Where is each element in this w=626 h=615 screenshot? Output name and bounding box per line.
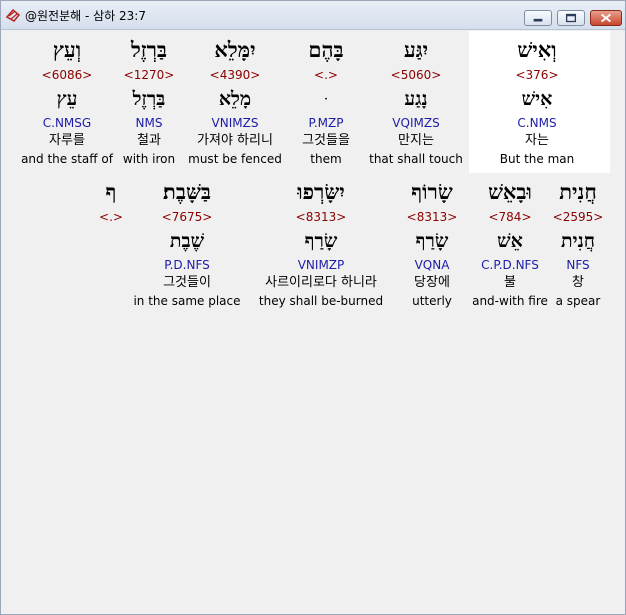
strong-number: <784> — [488, 210, 532, 224]
close-button[interactable] — [590, 10, 622, 26]
morphology-code: VNIMZS — [211, 116, 259, 130]
morphology-code: C.NMS — [517, 116, 557, 130]
strong-number: <8313> — [406, 210, 458, 224]
maximize-icon — [565, 13, 577, 23]
hebrew-word: יִמָּלֵא — [214, 37, 256, 62]
english-gloss: a spear — [555, 294, 601, 308]
strong-number: <2595> — [552, 210, 604, 224]
hebrew-word: ף — [105, 179, 117, 204]
korean-gloss: 자루를 — [49, 133, 85, 148]
hebrew-word: יִשָּׂרְפוּ — [297, 179, 345, 204]
hebrew-lemma: נָגַע — [404, 88, 428, 110]
korean-gloss: 그것들이 — [163, 275, 211, 290]
morphology-code: NMS — [135, 116, 163, 130]
hebrew-lemma: ּ — [286, 87, 366, 111]
korean-gloss: 철과 — [137, 133, 161, 148]
hebrew-word: וּבָאֵשׁ — [488, 179, 532, 204]
english-gloss: that shall touch — [369, 152, 463, 166]
korean-gloss: 그것들을 — [302, 133, 350, 148]
morphology-code: VNIMZP — [297, 258, 345, 272]
hebrew-lemma: שָׂרַף — [415, 230, 449, 252]
english-gloss: must be fenced — [188, 152, 282, 166]
strong-number: <1270> — [123, 68, 175, 82]
app-window: @원전분해 - 삼하 23:7 וְעֵץ <6086> עֵץ C.NMSG … — [0, 0, 626, 615]
english-gloss: they shall be-burned — [258, 294, 384, 308]
hebrew-word: וְעֵץ — [52, 37, 82, 62]
hebrew-lemma: שָׂרַף — [304, 230, 338, 252]
hebrew-word: בַּשָּׁבֶת׃ — [163, 179, 211, 204]
strong-number: <376> — [515, 68, 559, 82]
english-gloss: utterly — [412, 294, 452, 308]
morphology-code: C.P.D.NFS — [481, 258, 539, 272]
title-bar[interactable]: @원전분해 - 삼하 23:7 — [1, 1, 625, 30]
strong-number: <4390> — [209, 68, 261, 82]
maximize-button[interactable] — [557, 10, 585, 26]
hebrew-word: וְאִישׁ — [517, 37, 557, 62]
window-title: @원전분해 - 삼하 23:7 — [25, 9, 146, 23]
strong-number: <8313> — [295, 210, 347, 224]
korean-gloss: 창 — [572, 275, 584, 290]
korean-gloss: 자는 — [525, 133, 549, 148]
strong-number: <5060> — [390, 68, 442, 82]
minimize-icon — [533, 18, 543, 22]
english-gloss: and-with fire — [472, 294, 548, 308]
analysis-pane: וְעֵץ <6086> עֵץ C.NMSG 자루를 and the staf… — [4, 31, 622, 611]
hebrew-lemma: עֵץ — [56, 88, 78, 110]
morphology-code: P.MZP — [308, 116, 344, 130]
strong-number: <.> — [314, 68, 338, 82]
morphology-code: C.NMSG — [42, 116, 92, 130]
korean-gloss: 만지는 — [398, 133, 434, 148]
english-gloss: in the same place — [133, 294, 241, 308]
hebrew-lemma: חֲנִית — [561, 230, 595, 252]
app-logo-icon — [5, 8, 21, 22]
strong-number: <7675> — [161, 210, 213, 224]
morphology-code: VQIMZS — [392, 116, 440, 130]
english-gloss: and the staff of — [21, 152, 113, 166]
english-gloss: with iron — [122, 152, 176, 166]
hebrew-word: בַּרְזֶל — [130, 37, 168, 62]
hebrew-lemma: בַּרְזֶל — [132, 88, 166, 110]
strong-number: <6086> — [41, 68, 93, 82]
english-gloss: them — [310, 152, 342, 166]
close-icon — [601, 13, 611, 23]
morphology-code: P.D.NFS — [164, 258, 210, 272]
hebrew-lemma: אֵשׁ — [497, 230, 523, 252]
english-gloss: But the man — [499, 152, 575, 166]
korean-gloss: 불 — [504, 275, 516, 290]
korean-gloss: 가져야 하리니 — [197, 133, 273, 148]
hebrew-word: יִגַּע — [403, 37, 429, 62]
minimize-button[interactable] — [524, 10, 552, 26]
strong-number: <.> — [99, 210, 123, 224]
morphology-code: VQNA — [414, 258, 450, 272]
hebrew-word: בָּהֶם — [308, 37, 344, 62]
hebrew-word: שָׂרוֹף — [411, 179, 453, 204]
hebrew-word: חֲנִית — [559, 179, 597, 204]
korean-gloss: 사르이리로다 하니라 — [265, 275, 377, 290]
hebrew-lemma: שֶׁבֶת — [169, 230, 205, 252]
hebrew-lemma: אִישׁ — [521, 88, 553, 110]
korean-gloss: 당장에 — [414, 275, 450, 290]
hebrew-lemma: מָלֵא — [218, 88, 252, 110]
morphology-code: NFS — [566, 258, 590, 272]
